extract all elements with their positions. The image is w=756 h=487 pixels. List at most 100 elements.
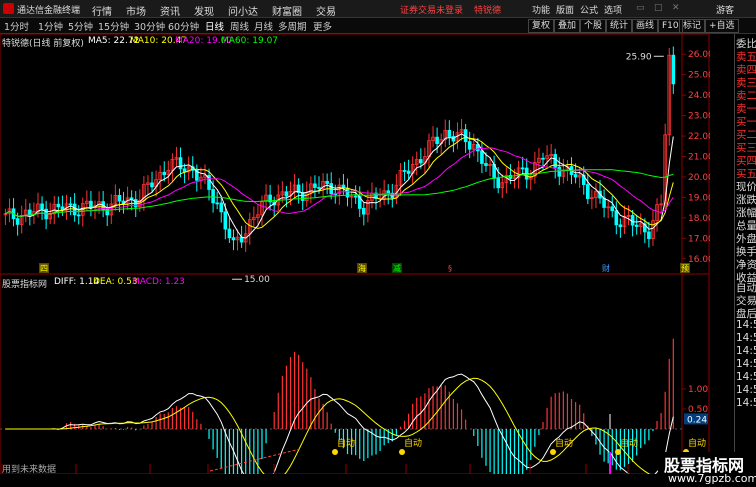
candle-body: [419, 159, 423, 164]
candle-body: [586, 184, 590, 200]
mark-button[interactable]: 标记: [679, 19, 706, 33]
candle-body: [231, 237, 236, 241]
menu-item-wealth[interactable]: 财富圈: [272, 3, 302, 18]
macd-y-label: 0.24: [687, 415, 707, 425]
trade-login-notice[interactable]: 证券交易未登录: [400, 3, 463, 16]
candle-body: [227, 228, 232, 239]
menu-item-ask[interactable]: 问小达: [228, 3, 258, 18]
overlay-button[interactable]: 叠加: [554, 19, 581, 33]
candle-body: [317, 187, 321, 189]
menu-item-market[interactable]: 市场: [126, 3, 146, 18]
candle-body: [435, 136, 439, 145]
period-60min[interactable]: 60分钟: [168, 19, 199, 33]
candle-body: [15, 218, 20, 225]
event-marker-text: 财: [602, 263, 610, 273]
candle-body: [219, 202, 224, 213]
candle-body: [467, 141, 472, 150]
period-15min[interactable]: 15分钟: [98, 19, 129, 33]
stats-button[interactable]: 统计: [606, 19, 633, 33]
candle-body: [484, 163, 488, 166]
chart-area[interactable]: 26.00 25.00 24.00 23.00 22.00 21.00 20.00 19.00…: [0, 33, 714, 487]
tick-time: 14:50: [736, 371, 756, 383]
app-logo-icon: [3, 3, 14, 14]
period-monthly[interactable]: 月线: [254, 19, 273, 33]
close-icon[interactable]: ✕: [672, 3, 680, 13]
low-price-label: 15.00: [244, 275, 270, 285]
candle-body: [162, 171, 167, 176]
auto-signal-label: 自动: [620, 437, 638, 449]
adjust-button[interactable]: 复权: [528, 19, 555, 33]
candle-body: [76, 214, 81, 217]
tick-time: 14:50: [736, 332, 756, 344]
candle-body: [671, 54, 676, 85]
period-1min[interactable]: 1分钟: [38, 19, 63, 33]
candle-body: [353, 195, 358, 198]
candle-body: [520, 167, 525, 170]
y-tick-label: 17.00: [688, 234, 710, 244]
menu-item-quotes[interactable]: 行情: [92, 3, 112, 18]
event-marker-text: 四: [40, 264, 48, 273]
menu-function[interactable]: 功能: [532, 3, 550, 16]
divergence-line: [209, 448, 301, 472]
signal-dot: [332, 449, 338, 455]
y-tick-label: 24.00: [688, 91, 710, 101]
signal-dot: [615, 449, 621, 455]
signal-dot: [550, 449, 556, 455]
window-icon[interactable]: □: [654, 3, 663, 13]
ma60-label: MA60: 19.07: [221, 36, 279, 46]
candle-body: [647, 231, 651, 240]
indicator-name[interactable]: 股票指标网: [2, 277, 47, 290]
tick-time: 14:50: [736, 384, 756, 396]
candle-body: [56, 203, 61, 208]
period-daily[interactable]: 日线: [205, 19, 224, 33]
auto-signal-label: 自动: [555, 437, 573, 449]
app-name: 通达信金融终端: [17, 6, 81, 16]
candle-body: [630, 215, 635, 226]
auto-signal-label: 自动: [688, 437, 706, 449]
candle-body: [361, 207, 366, 215]
chart-frame: [0, 33, 710, 475]
period-multi[interactable]: 多周期: [278, 19, 307, 33]
menu-item-news[interactable]: 资讯: [160, 3, 180, 18]
kline-chart[interactable]: 26.00 25.00 24.00 23.00 22.00 21.00 20.00 19.00…: [0, 33, 714, 487]
candle-body: [524, 167, 529, 180]
menu-formula[interactable]: 公式: [580, 3, 598, 16]
candle-body: [68, 203, 73, 206]
candle-body: [447, 129, 452, 137]
candle-body: [496, 177, 500, 189]
event-marker-text: 海: [358, 263, 366, 273]
menu-layout[interactable]: 版面: [556, 3, 574, 16]
menu-options[interactable]: 选项: [604, 3, 622, 16]
candle-body: [406, 170, 411, 174]
y-tick-label: 22.00: [688, 132, 710, 142]
period-1min-time[interactable]: 1分时: [4, 19, 29, 33]
candle-body: [618, 224, 623, 228]
period-more[interactable]: 更多: [313, 19, 332, 33]
period-weekly[interactable]: 周线: [230, 19, 249, 33]
menu-item-trade[interactable]: 交易: [316, 3, 336, 18]
candle-body: [178, 157, 183, 170]
minimize-icon[interactable]: ▭: [636, 3, 645, 13]
tick-time: 14:50: [736, 358, 756, 370]
single-stock-button[interactable]: 个股: [580, 19, 607, 33]
y-tick-label: 26.00: [688, 50, 710, 60]
period-30min[interactable]: 30分钟: [134, 19, 165, 33]
watermark-url: www.7gpzb.com: [668, 472, 756, 485]
candle-body: [541, 157, 545, 160]
candle-body: [402, 170, 407, 172]
candle-body: [610, 206, 615, 212]
event-marker-text: §: [448, 264, 452, 273]
period-5min[interactable]: 5分钟: [68, 19, 93, 33]
candle-body: [223, 211, 228, 230]
auto-signal-label: 自动: [404, 437, 422, 449]
menu-item-discover[interactable]: 发现: [194, 3, 214, 18]
tick-time: 14:50: [736, 397, 756, 409]
guest-label[interactable]: 游客: [716, 3, 734, 16]
draw-button[interactable]: 画线: [632, 19, 659, 33]
candle-body: [480, 150, 484, 164]
auto-signal-label: 自动: [337, 437, 355, 449]
dea-label: DEA: 0.53: [93, 277, 138, 287]
candle-body: [211, 189, 215, 204]
add-watchlist-button[interactable]: +自选: [705, 19, 739, 33]
candle-body: [117, 195, 122, 202]
